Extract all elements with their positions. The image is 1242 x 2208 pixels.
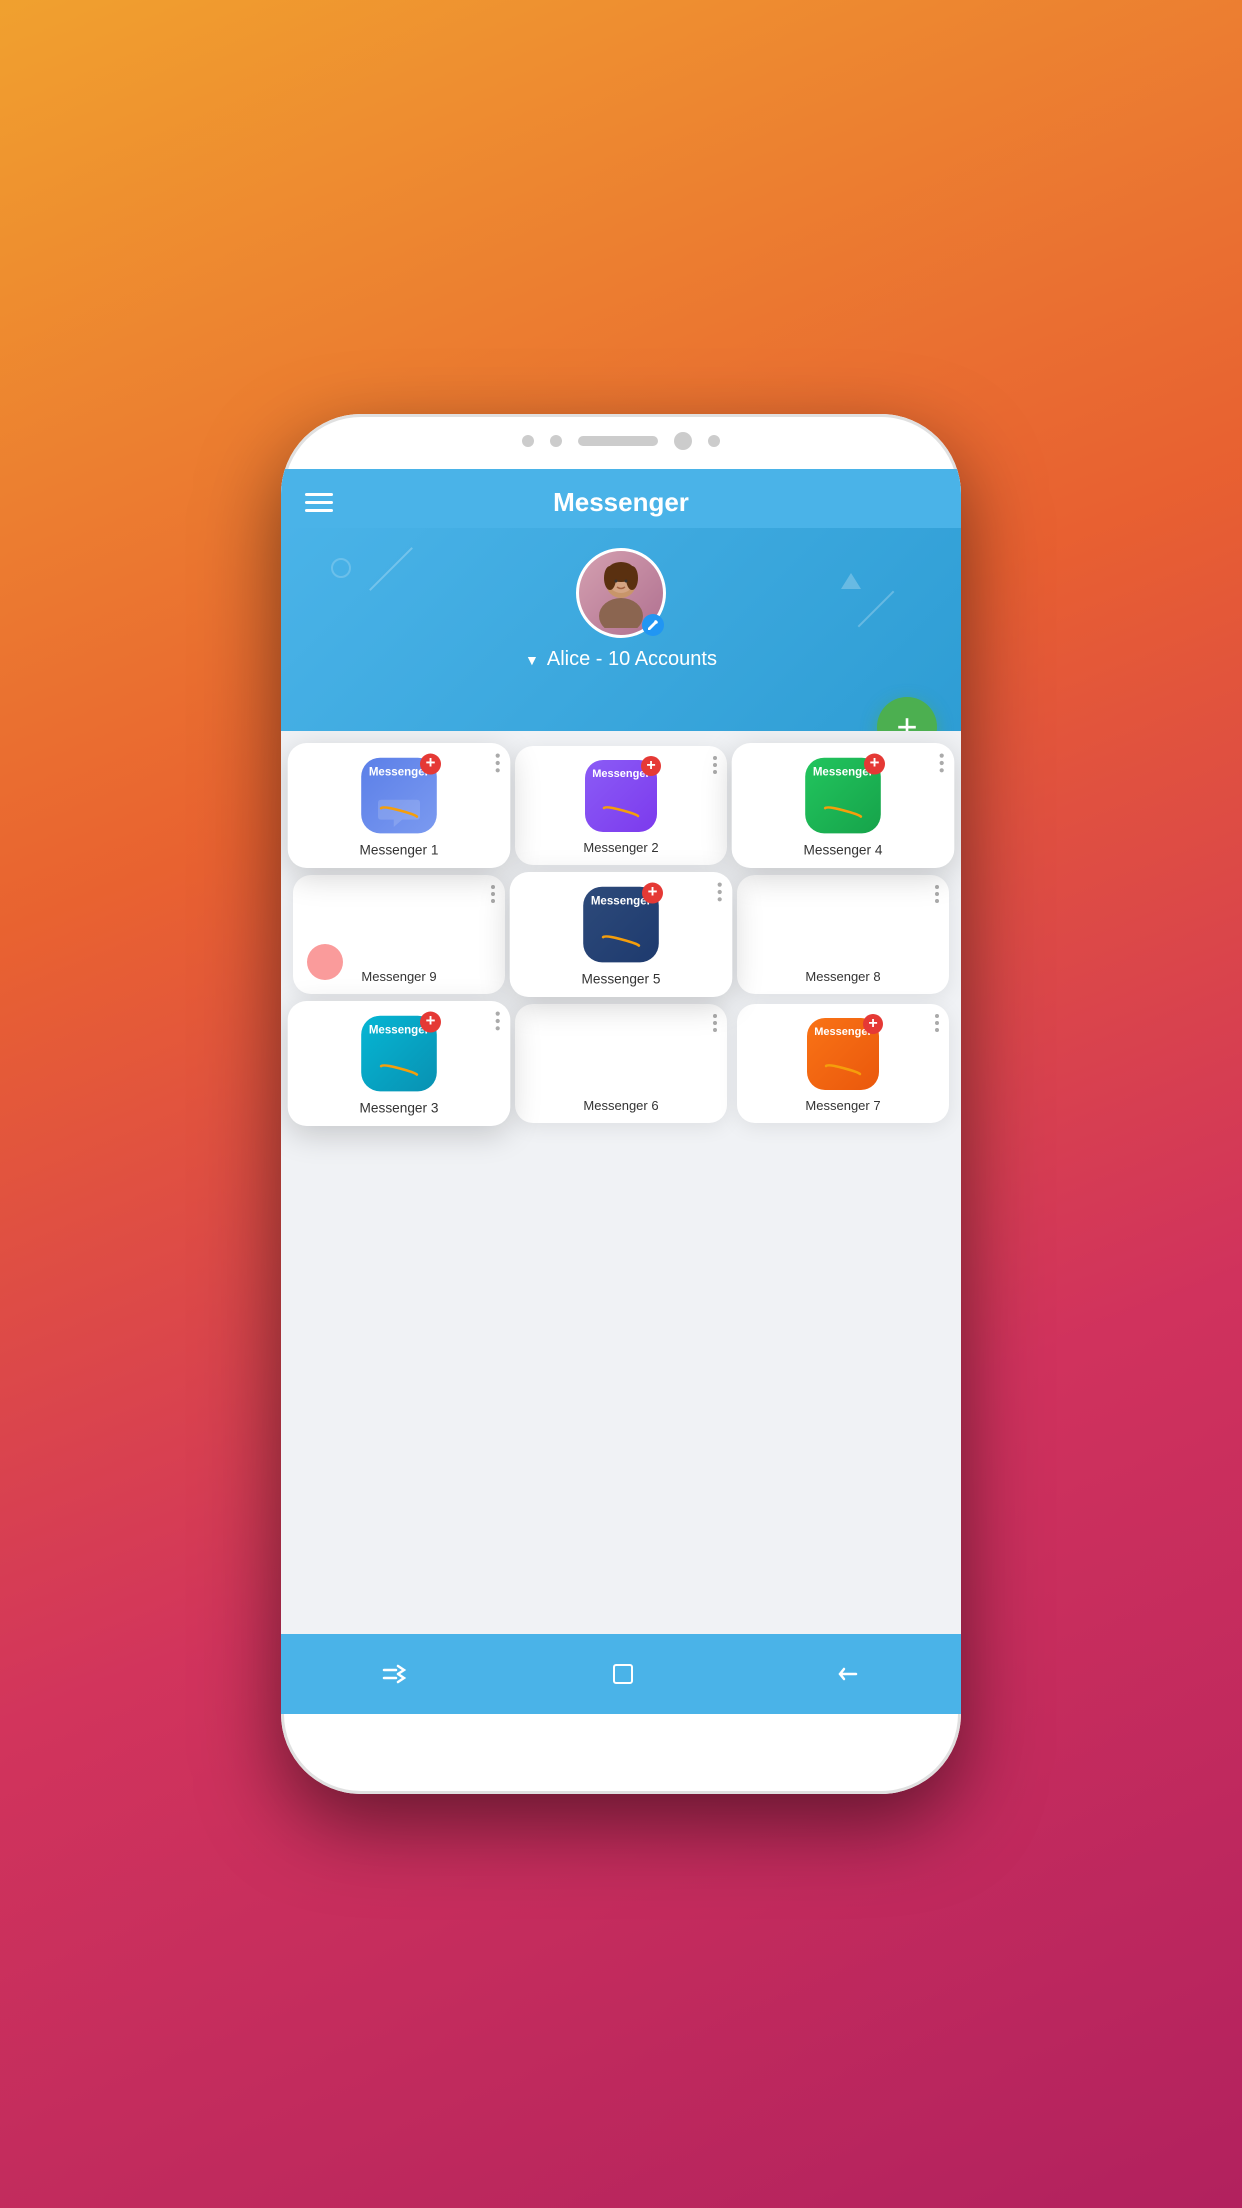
camera-dot: [522, 435, 534, 447]
profile-area: ▼ Alice - 10 Accounts: [305, 548, 937, 671]
app-card-9[interactable]: Messenger 9: [293, 875, 505, 994]
plus-badge-7: +: [863, 1014, 883, 1034]
plus-badge-1: +: [420, 754, 441, 775]
dropdown-arrow-icon: ▼: [525, 652, 539, 668]
nav-back-button[interactable]: [382, 1662, 410, 1686]
header-top: Messenger: [305, 487, 937, 528]
app-name-3: Messenger 3: [360, 1100, 439, 1116]
avatar-wrapper[interactable]: [576, 548, 666, 638]
app-icon-wrapper-1: Messenger +: [361, 758, 437, 834]
app-name-9: Messenger 9: [361, 969, 436, 984]
phone-speaker: [578, 436, 658, 446]
card-menu-button-4[interactable]: [940, 754, 944, 773]
app-card-7[interactable]: Messenger + Messenger 7: [737, 1004, 949, 1123]
nav-recents-button[interactable]: [836, 1662, 860, 1686]
profile-display-name: Alice - 10 Accounts: [547, 648, 717, 671]
app-name-8: Messenger 8: [805, 969, 880, 984]
app-icon-wrapper-2: Messenger +: [585, 760, 657, 832]
sensor-dot-2: [708, 435, 720, 447]
app-card-6[interactable]: Messenger 6: [515, 1004, 727, 1123]
card-menu-button-8[interactable]: [935, 885, 939, 903]
add-account-fab[interactable]: +: [877, 697, 937, 731]
card-menu-button-6[interactable]: [713, 1014, 717, 1032]
app-icon-wrapper-4: Messenger +: [805, 758, 881, 834]
phone-status-bar: [281, 432, 961, 450]
nav-home-button[interactable]: [611, 1662, 635, 1686]
apps-grid: Messenger + Messenger 1: [293, 746, 949, 1123]
app-card-4[interactable]: Messenger + Messenger 4: [732, 743, 955, 868]
app-card-8[interactable]: Messenger 8: [737, 875, 949, 994]
app-card-3[interactable]: Messenger + Messenger 3: [288, 1001, 511, 1126]
avatar-edit-button[interactable]: [642, 614, 664, 636]
plus-badge-4: +: [864, 754, 885, 775]
plus-badge-5: +: [642, 883, 663, 904]
card-menu-button-5[interactable]: [718, 883, 722, 902]
profile-banner: ▼ Alice - 10 Accounts +: [281, 528, 961, 731]
app-icon-wrapper-7: Messenger +: [807, 1018, 879, 1090]
app-icon-wrapper-5: Messenger +: [583, 887, 659, 963]
sensor-dot: [550, 435, 562, 447]
app-name-4: Messenger 4: [804, 842, 883, 858]
app-name-2: Messenger 2: [583, 840, 658, 855]
app-icon-wrapper-3: Messenger +: [361, 1016, 437, 1092]
card-menu-button-1[interactable]: [496, 754, 500, 773]
app-name-5: Messenger 5: [582, 971, 661, 987]
app-card-2[interactable]: Messenger + Messenger 2: [515, 746, 727, 865]
camera-main-dot: [674, 432, 692, 450]
plus-badge-2: +: [641, 756, 661, 776]
profile-name-row[interactable]: ▼ Alice - 10 Accounts: [525, 648, 717, 671]
apps-grid-container: Messenger + Messenger 1: [281, 731, 961, 1714]
hamburger-button[interactable]: [305, 493, 333, 512]
plus-badge-3: +: [420, 1012, 441, 1033]
phone-frame: Messenger: [281, 414, 961, 1794]
card-menu-button-3[interactable]: [496, 1012, 500, 1031]
phone-screen: Messenger: [281, 469, 961, 1714]
app-header: Messenger: [281, 469, 961, 528]
app-card-1[interactable]: Messenger + Messenger 1: [288, 743, 511, 868]
bottom-navigation: [281, 1634, 961, 1714]
app-card-5[interactable]: Messenger + Messenger 5: [510, 872, 733, 997]
card-menu-button-9[interactable]: [491, 885, 495, 903]
app-name-7: Messenger 7: [805, 1098, 880, 1113]
app-name-6: Messenger 6: [583, 1098, 658, 1113]
app-title: Messenger: [553, 487, 689, 518]
card-menu-button-2[interactable]: [713, 756, 717, 774]
card-menu-button-7[interactable]: [935, 1014, 939, 1032]
app-name-1: Messenger 1: [360, 842, 439, 858]
